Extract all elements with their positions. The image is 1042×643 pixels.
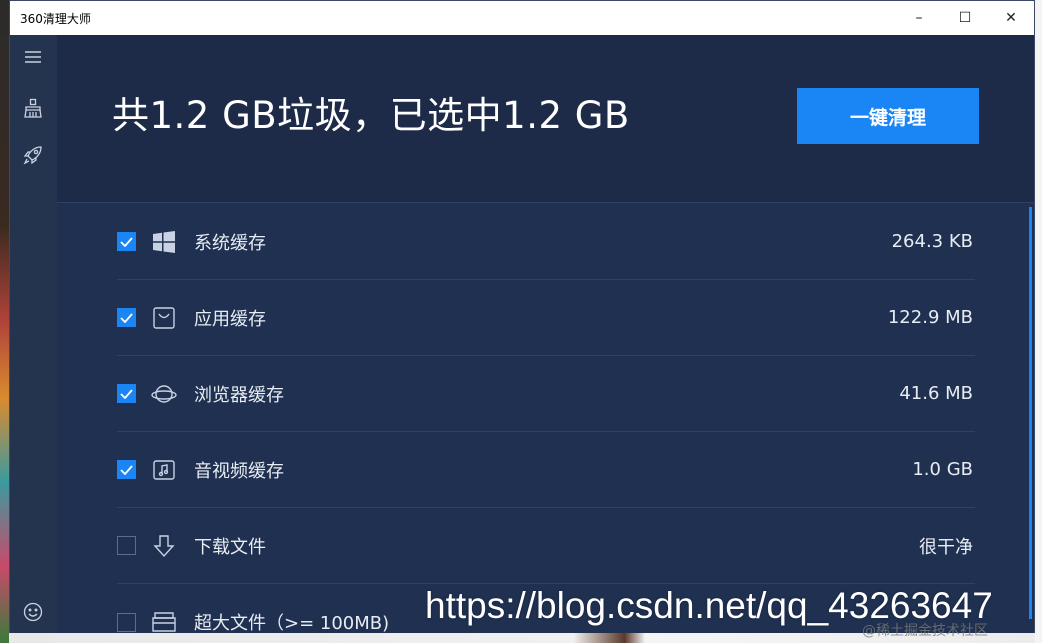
windows-icon bbox=[150, 228, 178, 256]
desktop-background-left bbox=[0, 0, 9, 643]
checkbox[interactable] bbox=[117, 308, 136, 327]
close-button[interactable]: ✕ bbox=[988, 1, 1034, 35]
list-item-app-cache[interactable]: 应用缓存 122.9 MB bbox=[117, 280, 975, 356]
desktop-background-right bbox=[1035, 0, 1042, 643]
menu-icon[interactable] bbox=[21, 45, 45, 69]
sidebar bbox=[10, 35, 57, 633]
broom-icon[interactable] bbox=[21, 96, 45, 120]
main-panel: 共1.2 GB垃圾，已选中1.2 GB 一键清理 系统缓存 264.3 KB 应… bbox=[57, 35, 1034, 634]
minimize-button[interactable]: – bbox=[896, 1, 942, 35]
one-click-clean-button[interactable]: 一键清理 bbox=[797, 88, 979, 144]
scrollbar[interactable] bbox=[1029, 207, 1032, 619]
watermark-tag: @稀土掘金技术社区 bbox=[862, 623, 988, 639]
download-arrow-icon bbox=[150, 532, 178, 560]
item-label: 浏览器缓存 bbox=[194, 384, 284, 406]
item-label: 音视频缓存 bbox=[194, 460, 284, 482]
item-size: 41.6 MB bbox=[899, 383, 973, 404]
item-label: 应用缓存 bbox=[194, 308, 266, 330]
item-size: 1.0 GB bbox=[912, 459, 973, 480]
junk-summary: 共1.2 GB垃圾，已选中1.2 GB bbox=[112, 94, 630, 137]
checkbox[interactable] bbox=[117, 536, 136, 555]
list-item-downloads[interactable]: 下载文件 很干净 bbox=[117, 508, 975, 584]
item-label: 下载文件 bbox=[194, 536, 266, 558]
planet-icon bbox=[150, 380, 178, 408]
item-size: 264.3 KB bbox=[891, 231, 973, 252]
shopping-bag-icon bbox=[150, 304, 178, 332]
title-bar: 360清理大师 – ☐ ✕ bbox=[10, 1, 1034, 35]
app-window: 360清理大师 – ☐ ✕ 共1.2 GB垃圾，已选中1.2 GB 一键清理 系… bbox=[9, 0, 1035, 634]
music-file-icon bbox=[150, 456, 178, 484]
checkbox[interactable] bbox=[117, 612, 136, 632]
list-item-browser-cache[interactable]: 浏览器缓存 41.6 MB bbox=[117, 356, 975, 432]
checkbox[interactable] bbox=[117, 384, 136, 403]
list-item-media-cache[interactable]: 音视频缓存 1.0 GB bbox=[117, 432, 975, 508]
tray-icon bbox=[150, 608, 178, 636]
junk-category-list: 系统缓存 264.3 KB 应用缓存 122.9 MB 浏览器缓存 41.6 M… bbox=[117, 204, 975, 643]
item-status: 很干净 bbox=[919, 536, 973, 558]
rocket-icon[interactable] bbox=[21, 143, 45, 167]
summary-header: 共1.2 GB垃圾，已选中1.2 GB 一键清理 bbox=[57, 35, 1034, 203]
list-item-system-cache[interactable]: 系统缓存 264.3 KB bbox=[117, 204, 975, 280]
maximize-button[interactable]: ☐ bbox=[942, 1, 988, 35]
item-size: 122.9 MB bbox=[887, 307, 973, 328]
checkbox[interactable] bbox=[117, 460, 136, 479]
window-title: 360清理大师 bbox=[20, 11, 91, 26]
checkbox[interactable] bbox=[117, 232, 136, 251]
item-label: 系统缓存 bbox=[194, 232, 266, 254]
smiley-icon[interactable] bbox=[21, 600, 45, 624]
